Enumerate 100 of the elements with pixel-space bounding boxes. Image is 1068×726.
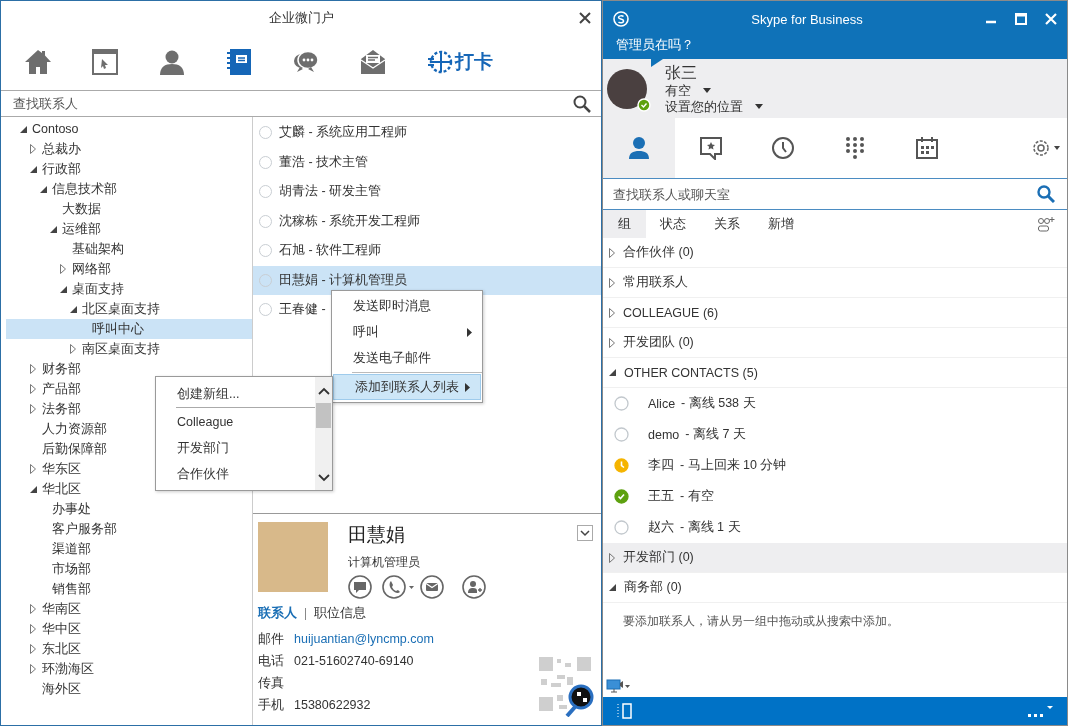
scrollbar[interactable] [315, 377, 332, 490]
scroll-down-icon[interactable] [317, 474, 330, 482]
tree-item[interactable]: 大数据 [6, 199, 252, 219]
search-input[interactable]: 查找联系人 [13, 96, 573, 111]
mail-icon[interactable] [420, 575, 444, 599]
settings-icon[interactable] [1031, 138, 1061, 158]
tree-item[interactable]: 网络部 [6, 259, 252, 279]
contact-item[interactable]: 王春健 - [253, 295, 330, 325]
location-dropdown[interactable]: 设置您的位置 [665, 98, 763, 115]
search-icon[interactable] [1037, 185, 1055, 203]
tree-item[interactable]: 呼叫中心 [6, 319, 252, 339]
tree-item[interactable]: 行政部 [6, 159, 252, 179]
tree-item[interactable]: 运维部 [6, 219, 252, 239]
expanded-icon[interactable] [60, 285, 67, 293]
tree-item[interactable]: 华南区 [6, 599, 252, 619]
filter-tab[interactable]: 新增 [754, 210, 808, 238]
group-header[interactable]: 商务部 (0) [603, 573, 1067, 603]
group-header[interactable]: 开发部门 (0) [603, 543, 1067, 573]
envelope-icon[interactable] [359, 49, 386, 75]
tree-item[interactable]: 财务部 [6, 359, 252, 379]
expanded-icon[interactable] [20, 125, 27, 133]
scrollbar-thumb[interactable] [316, 403, 331, 428]
collapsed-icon[interactable] [30, 364, 36, 374]
screen-share-icon[interactable] [606, 679, 630, 693]
tree-item[interactable]: 东北区 [6, 639, 252, 659]
search-input[interactable]: 查找联系人或聊天室 [613, 186, 1037, 202]
group-header[interactable]: 常用联系人 [603, 268, 1067, 298]
tree-item[interactable]: 南区桌面支持 [6, 339, 252, 359]
tree-item[interactable]: 信息技术部 [6, 179, 252, 199]
chat-icon[interactable] [348, 575, 372, 599]
filter-tab[interactable]: 关系 [700, 210, 754, 238]
expanded-icon[interactable] [50, 225, 57, 233]
group-header[interactable]: OTHER CONTACTS (5) [603, 358, 1067, 388]
collapsed-icon[interactable] [30, 604, 36, 614]
contact-item[interactable]: 李四 - 马上回来 10 分钟 [603, 450, 1067, 481]
tree-item[interactable]: 环渤海区 [6, 659, 252, 679]
collapsed-icon[interactable] [30, 624, 36, 634]
contact-item[interactable]: 艾麟 - 系统应用工程师 [253, 118, 412, 148]
menu-item[interactable]: 添加到联系人列表 [333, 374, 481, 400]
card-tab[interactable]: 联系人 [258, 605, 297, 622]
maximize-icon[interactable] [1015, 13, 1027, 25]
contact-item[interactable]: 胡青法 - 研发主管 [253, 177, 386, 207]
card-tab[interactable]: 职位信息 [314, 605, 366, 622]
collapsed-icon[interactable] [70, 344, 76, 354]
contact-item[interactable]: demo - 离线 7 天 [603, 419, 1067, 450]
collapsed-icon[interactable] [30, 464, 36, 474]
filter-tab[interactable]: 状态 [646, 210, 700, 238]
dropdown-icon[interactable] [577, 525, 593, 541]
collapsed-icon[interactable] [609, 247, 615, 258]
expanded-icon[interactable] [609, 369, 616, 376]
tree-item[interactable]: 渠道部 [6, 539, 252, 559]
collapsed-icon[interactable] [609, 277, 615, 288]
add-contact-icon[interactable] [1037, 216, 1055, 232]
email-link[interactable]: huijuantian@lyncmp.com [294, 632, 434, 646]
group-header[interactable]: 合作伙伴 (0) [603, 238, 1067, 268]
filter-tab[interactable]: 组 [603, 210, 646, 238]
status-dropdown[interactable]: 有空 [665, 82, 763, 99]
expanded-icon[interactable] [70, 305, 77, 313]
scroll-up-icon[interactable] [317, 387, 330, 395]
phone-device-icon[interactable] [617, 703, 633, 719]
phone-icon[interactable] [382, 575, 416, 599]
tree-item[interactable]: 华中区 [6, 619, 252, 639]
home-icon[interactable] [23, 49, 52, 75]
group-header[interactable]: 开发团队 (0) [603, 328, 1067, 358]
tree-item[interactable]: 北区桌面支持 [6, 299, 252, 319]
address-book-icon[interactable] [225, 48, 252, 76]
expanded-icon[interactable] [30, 165, 37, 173]
contacts-tab[interactable] [603, 118, 675, 178]
contact-item[interactable]: Alice - 离线 538 天 [603, 388, 1067, 419]
tree-item[interactable]: Contoso [6, 119, 252, 139]
browser-window-icon[interactable] [91, 49, 118, 75]
contact-item[interactable]: 赵六 - 离线 1 天 [603, 512, 1067, 543]
collapsed-icon[interactable] [609, 307, 615, 318]
tree-item[interactable]: 基础架构 [6, 239, 252, 259]
chat-bubbles-icon[interactable] [292, 50, 319, 74]
expanded-icon[interactable] [609, 584, 616, 591]
tree-item[interactable]: 客户服务部 [6, 519, 252, 539]
tree-item[interactable]: 海外区 [6, 679, 252, 699]
collapsed-icon[interactable] [30, 404, 36, 414]
search-icon[interactable] [573, 94, 591, 113]
contact-item[interactable]: 沈稼栋 - 系统开发工程师 [253, 206, 425, 236]
menu-item[interactable]: 发送电子邮件 [332, 345, 482, 371]
expanded-icon[interactable] [30, 485, 37, 493]
contact-item[interactable]: 田慧娟 - 计算机管理员 [253, 265, 601, 295]
contact-item[interactable]: 王五 - 有空 [603, 481, 1067, 512]
person-icon[interactable] [158, 49, 185, 75]
collapsed-icon[interactable] [609, 552, 615, 563]
tree-item[interactable]: 总裁办 [6, 139, 252, 159]
personal-note[interactable]: 管理员在吗？ [616, 37, 694, 54]
contact-item[interactable]: 石旭 - 软件工程师 [253, 236, 386, 266]
tree-item[interactable]: 办事处 [6, 499, 252, 519]
collapsed-icon[interactable] [30, 384, 36, 394]
punch-in-button[interactable]: 打卡 [426, 49, 493, 75]
add-contact-icon[interactable] [462, 575, 486, 599]
menu-item[interactable]: Colleague [156, 409, 315, 435]
expanded-icon[interactable] [40, 185, 47, 193]
more-options-icon[interactable] [1027, 704, 1053, 718]
menu-item[interactable]: 开发部门 [156, 435, 315, 461]
collapsed-icon[interactable] [60, 264, 66, 274]
close-icon[interactable] [579, 12, 591, 24]
